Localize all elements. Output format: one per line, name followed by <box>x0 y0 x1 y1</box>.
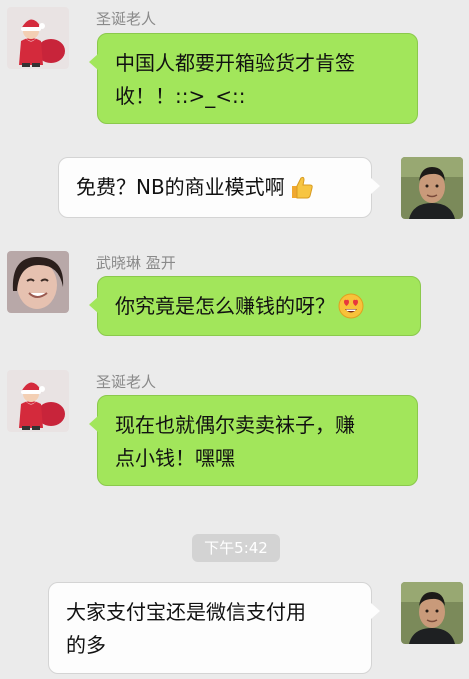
message-bubble[interactable]: 大家支付宝还是微信支付用 的多 <box>48 582 380 674</box>
message-line: 大家支付宝还是微信支付用 <box>66 600 306 624</box>
santa-avatar[interactable] <box>7 370 69 432</box>
message-bubble[interactable]: 中国人都要开箱验货才肯签 收！！::>_<:: <box>89 33 418 124</box>
message-bubble[interactable]: 你究竟是怎么赚钱的呀？ <box>89 276 421 336</box>
man-avatar[interactable] <box>401 582 463 644</box>
message-line: 的多 <box>66 633 106 657</box>
chat-thread: 圣诞老人 中国人都要开箱验货才肯签 收！！::>_<:: 免费？NB的商业模式啊 <box>0 0 469 679</box>
sender-name: 武晓琳 盈开 <box>96 254 176 272</box>
sender-name: 圣诞老人 <box>96 373 157 391</box>
man-avatar[interactable] <box>401 157 463 219</box>
sender-name: 圣诞老人 <box>96 10 157 28</box>
message-line: 中国人都要开箱验货才肯签 <box>115 51 355 75</box>
woman-avatar[interactable] <box>7 251 69 313</box>
timestamp-badge: 下午5:42 <box>192 534 280 562</box>
santa-avatar[interactable] <box>7 7 69 69</box>
message-bubble[interactable]: 现在也就偶尔卖卖袜子，赚 点小钱！嘿嘿 <box>89 395 418 486</box>
message-bubble[interactable]: 免费？NB的商业模式啊 <box>58 157 380 218</box>
message-line: 免费？NB的商业模式啊 <box>76 175 285 199</box>
message-line: 点小钱！嘿嘿 <box>115 446 235 470</box>
thumbs-up-icon <box>288 174 314 200</box>
message-line: 你究竟是怎么赚钱的呀？ <box>115 294 335 318</box>
heart-eyes-icon <box>338 293 364 319</box>
message-line: 收！！::>_<:: <box>115 84 246 108</box>
message-line: 现在也就偶尔卖卖袜子，赚 <box>115 413 355 437</box>
